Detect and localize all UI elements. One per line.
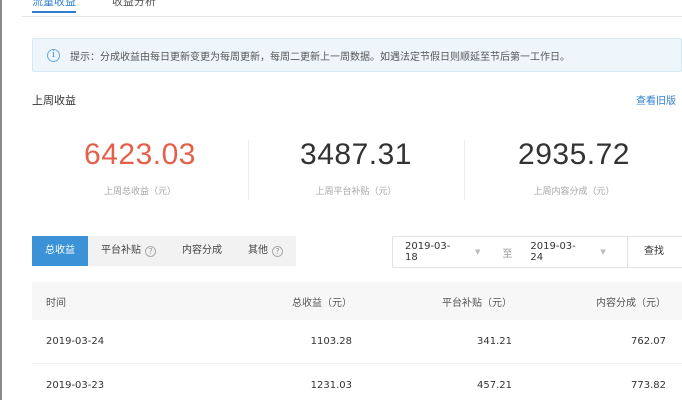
view-old-version-link[interactable]: 查看旧版 [636, 92, 676, 107]
date-separator: 至 [502, 248, 513, 260]
top-tabs: 流量收益 收益分析 [32, 0, 192, 14]
stat-label: 上周内容分成（元） [533, 187, 615, 197]
tab-traffic-revenue[interactable]: 流量收益 [32, 0, 76, 13]
stat-value: 3487.31 [300, 138, 412, 171]
stat-content-share: 2935.72 上周内容分成（元） [466, 138, 682, 197]
tab-revenue-analysis[interactable]: 收益分析 [112, 0, 156, 11]
stat-label: 上周平台补贴（元） [315, 187, 397, 197]
stat-value: 2935.72 [518, 138, 630, 171]
column-header-time: 时间 [46, 297, 66, 309]
table-row: 2019-03-24 1103.28 341.21 762.07 [32, 320, 682, 364]
notice-banner: i 提示：分成收益由每日更新变更为每周更新，每周二更新上一周数据。如遇法定节假日… [32, 38, 682, 72]
filter-content-share[interactable]: 内容分成 [169, 236, 235, 266]
filter-total-revenue[interactable]: 总收益 [32, 236, 88, 266]
stat-label: 上周总收益（元） [103, 187, 176, 197]
table-header: 时间 总收益（元） 平台补贴（元） 内容分成（元） [32, 282, 682, 320]
notice-text: 提示：分成收益由每日更新变更为每周更新，每周二更新上一周数据。如遇法定节假日则顺… [70, 51, 570, 63]
caret-down-icon: ▼ [475, 248, 481, 256]
date-range-picker[interactable]: 2019-03-18 ▼ 至 2019-03-24 ▼ [392, 236, 628, 268]
cell-date: 2019-03-23 [46, 380, 105, 391]
revenue-table: 时间 总收益（元） 平台补贴（元） 内容分成（元） 2019-03-24 110… [32, 282, 682, 400]
cell-total: 1231.03 [310, 380, 352, 391]
cell-share: 762.07 [631, 336, 666, 347]
filter-label: 平台补贴 [101, 245, 141, 256]
column-header-subsidy: 平台补贴（元） [442, 297, 512, 309]
tabs-divider [22, 16, 682, 17]
section-title: 上周收益 [32, 94, 76, 107]
filter-platform-subsidy[interactable]: 平台补贴 ? [88, 236, 169, 266]
column-header-total: 总收益（元） [292, 297, 352, 309]
cell-subsidy: 341.21 [477, 336, 512, 347]
window-edge [0, 0, 2, 400]
help-icon[interactable]: ? [145, 245, 156, 257]
search-button[interactable]: 查找 [628, 236, 682, 268]
stat-total-revenue: 6423.03 上周总收益（元） [32, 138, 248, 197]
cell-date: 2019-03-24 [46, 336, 105, 347]
filter-label: 总收益 [45, 245, 75, 256]
revenue-filter-tabs: 总收益 平台补贴 ? 内容分成 其他 ? [32, 236, 296, 266]
filter-other[interactable]: 其他 ? [235, 236, 296, 266]
info-icon: i [47, 48, 60, 62]
table-row: 2019-03-23 1231.03 457.21 773.82 [32, 364, 682, 400]
stat-value: 6423.03 [84, 138, 196, 171]
stat-divider [464, 140, 465, 200]
caret-down-icon: ▼ [600, 248, 606, 256]
cell-total: 1103.28 [310, 336, 352, 347]
help-icon[interactable]: ? [272, 245, 283, 257]
filter-label: 内容分成 [182, 245, 222, 256]
filter-label: 其他 [248, 245, 268, 256]
stat-platform-subsidy: 3487.31 上周平台补贴（元） [248, 138, 464, 197]
cell-share: 773.82 [631, 380, 666, 391]
start-date-field[interactable]: 2019-03-18 [405, 241, 463, 263]
column-header-share: 内容分成（元） [596, 297, 666, 309]
cell-subsidy: 457.21 [477, 380, 512, 391]
end-date-field[interactable]: 2019-03-24 [530, 241, 588, 263]
